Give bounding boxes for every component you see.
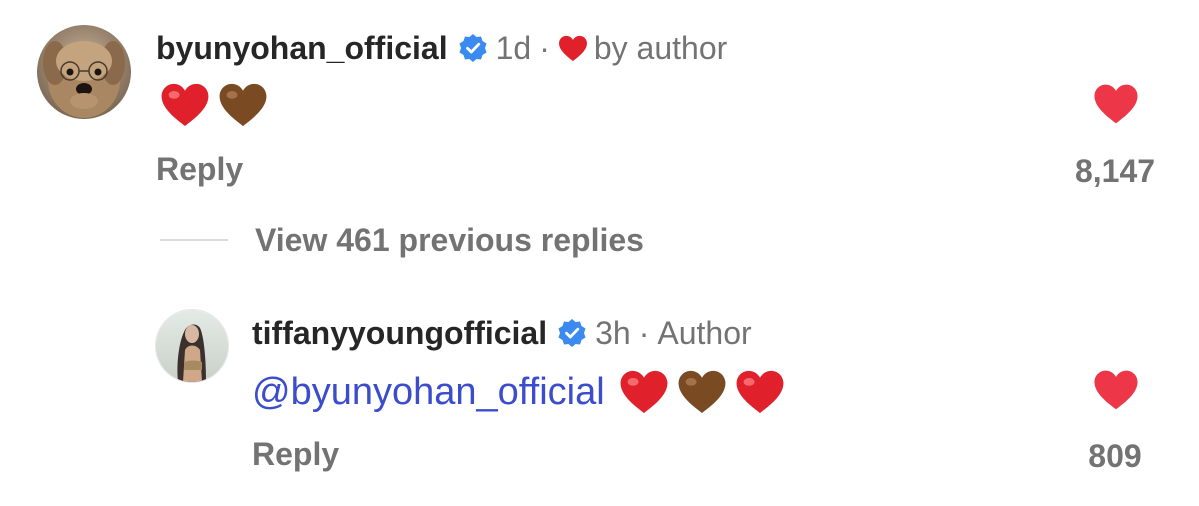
comment-time: 1d	[495, 29, 532, 66]
reply-body: @byunyohan_official	[252, 365, 785, 419]
replies-divider	[160, 239, 228, 241]
meta-separator: ·	[539, 29, 550, 66]
red-heart-icon	[558, 35, 588, 62]
author-label: Author	[657, 314, 752, 351]
avatar-byunyohan[interactable]	[37, 25, 131, 119]
red-heart-emoji-icon	[160, 82, 210, 128]
reply-button[interactable]: Reply	[156, 150, 243, 188]
like-count: 8,147	[1074, 153, 1156, 189]
reply-time: 3h	[595, 314, 631, 351]
verified-badge-icon	[458, 33, 488, 63]
meta-separator: ·	[638, 314, 650, 351]
comment-username[interactable]: byunyohan_official	[156, 30, 448, 67]
liked-by-author-label: by author	[593, 29, 728, 66]
avatar-tiffanyyoung[interactable]	[155, 309, 229, 383]
reply-button[interactable]: Reply	[252, 435, 339, 473]
comment-body	[160, 80, 268, 130]
verified-badge-icon	[557, 318, 587, 348]
reply-username[interactable]: tiffanyyoungofficial	[252, 315, 547, 352]
red-heart-emoji-icon	[619, 369, 669, 415]
like-count: 809	[1088, 438, 1142, 474]
brown-heart-emoji-icon	[677, 369, 727, 415]
view-previous-replies-button[interactable]: View 461 previous replies	[255, 221, 644, 259]
comment-header: byunyohan_official 1d · by author	[156, 26, 727, 70]
mention-link[interactable]: @byunyohan_official	[252, 371, 605, 414]
reply-header: tiffanyyoungofficial 3h · Author	[252, 311, 752, 355]
dog-avatar-image	[37, 25, 131, 119]
like-heart-icon[interactable]	[1093, 369, 1139, 411]
like-heart-icon[interactable]	[1093, 83, 1139, 125]
brown-heart-emoji-icon	[218, 82, 268, 128]
portrait-avatar-image	[156, 310, 228, 382]
red-heart-emoji-icon	[735, 369, 785, 415]
